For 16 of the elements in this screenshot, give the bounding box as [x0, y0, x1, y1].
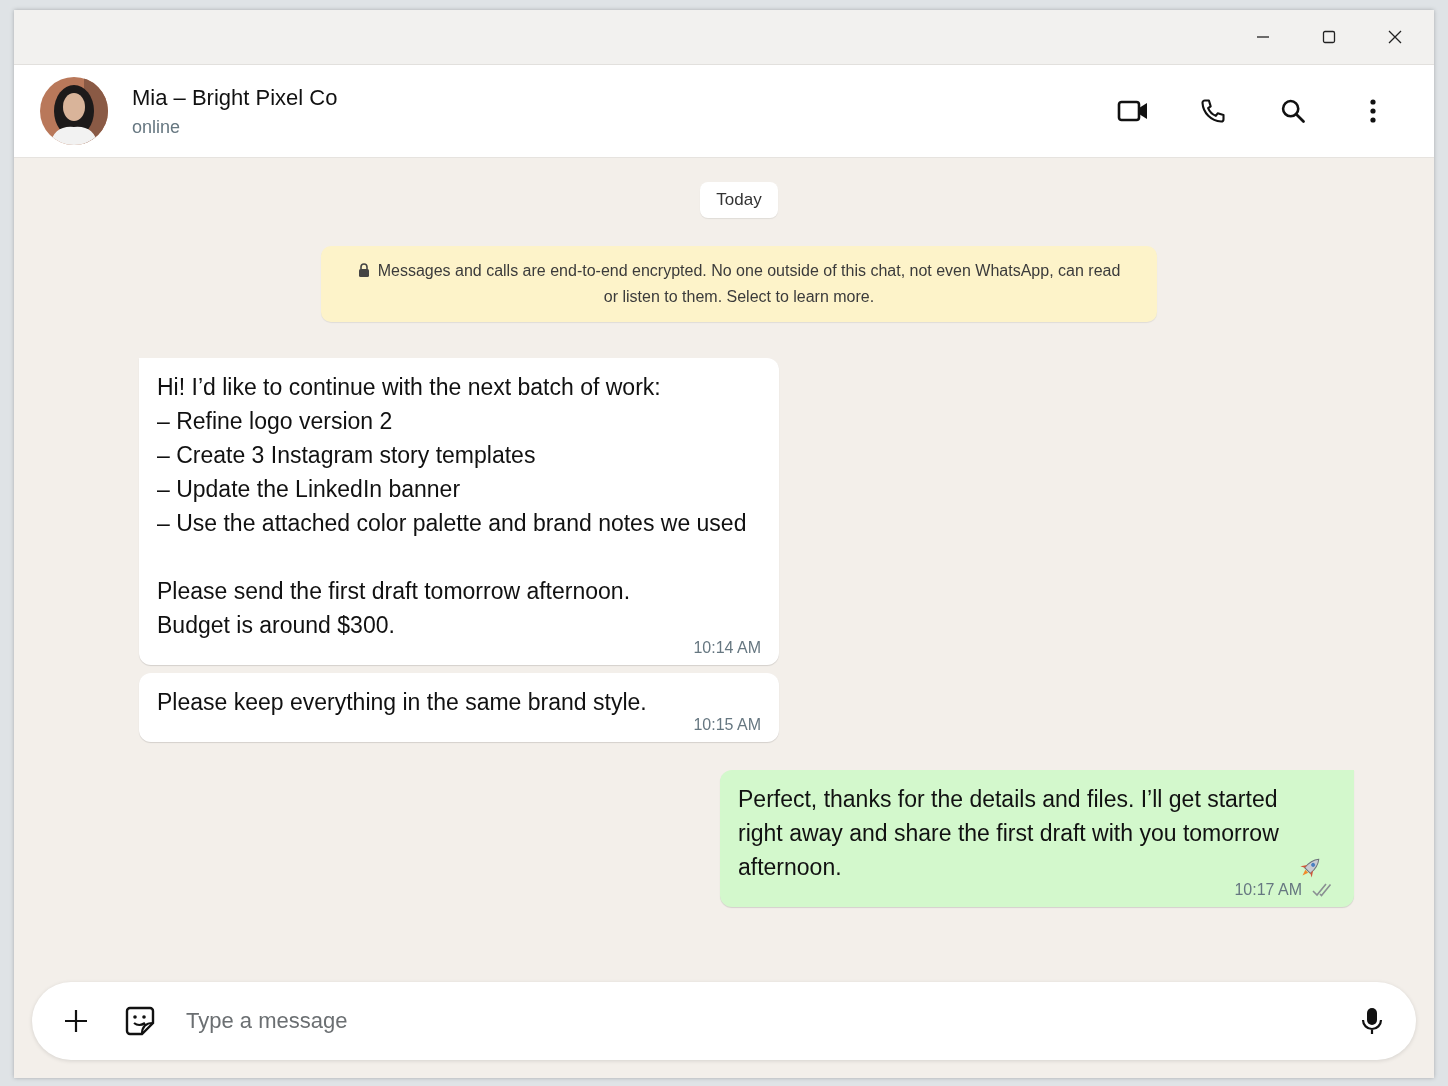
close-icon[interactable]: [1387, 29, 1403, 45]
encryption-text: Messages and calls are end-to-end encrypted. No one outside of this chat, not even WhatsApp, can read or listen to them. Select to learn more.: [377, 262, 1121, 305]
message-time: 10:15 AM: [693, 716, 761, 734]
message-text: Hi! I’d like to continue with the next batch of work: – Refine logo version 2 – Create 3 Instagram story templates – Update the LinkedIn banner – Use the attached color palette and brand notes we used Please send the first draft tomorrow afternoon. Budget is around $300.: [157, 374, 747, 638]
message-composer[interactable]: Type a message: [32, 982, 1416, 1060]
encryption-notice[interactable]: Messages and calls are end-to-end encrypted. No one outside of this chat, not even WhatsApp, can read or listen to them. Select to learn more.: [321, 246, 1157, 322]
message-time: 10:17 AM: [1234, 881, 1302, 899]
contact-name: Mia – Bright Pixel Co: [132, 84, 338, 111]
contact-status: online: [132, 116, 182, 138]
maximize-icon[interactable]: [1321, 29, 1337, 45]
message-input[interactable]: Type a message: [184, 1007, 1328, 1035]
lock-icon: [357, 263, 370, 277]
message-time: 10:14 AM: [693, 639, 761, 657]
date-chip: Today: [700, 182, 778, 218]
message-text: Perfect, thanks for the details and files. I’ll get started right away and share the first draft with you tomorrow afternoon.: [738, 785, 1280, 882]
message-text: Please keep everything in the same brand style.: [157, 689, 647, 715]
